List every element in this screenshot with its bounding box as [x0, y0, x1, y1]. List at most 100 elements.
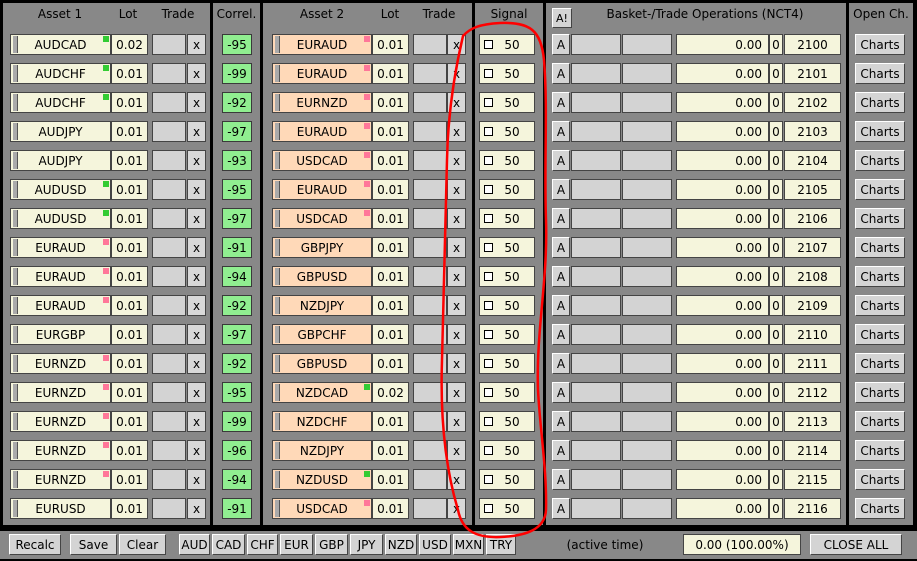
basket-op-right[interactable] [622, 179, 672, 200]
lot2-field[interactable]: 0.01 [372, 353, 409, 374]
signal-field[interactable]: 50 [479, 324, 535, 345]
trade2-slot[interactable] [413, 208, 447, 229]
basket-op-left[interactable] [571, 121, 621, 142]
basket-op-right[interactable] [622, 92, 672, 113]
trade2-close-button[interactable]: x [447, 266, 466, 287]
lot1-field[interactable]: 0.01 [111, 121, 148, 142]
trade1-close-button[interactable]: x [187, 353, 206, 374]
asset1-cell[interactable]: AUDJPY [10, 121, 111, 142]
lot1-field[interactable]: 0.01 [111, 208, 148, 229]
basket-a-button[interactable]: A [552, 121, 570, 142]
trade2-slot[interactable] [413, 179, 447, 200]
asset1-cell[interactable]: AUDCAD [10, 34, 111, 55]
signal-checkbox[interactable] [484, 272, 493, 281]
asset1-cell[interactable]: EURNZD [10, 411, 111, 432]
trade1-slot[interactable] [152, 324, 186, 345]
signal-field[interactable]: 50 [479, 440, 535, 461]
basket-a-button[interactable]: A [552, 324, 570, 345]
basket-op-left[interactable] [571, 150, 621, 171]
basket-op-right[interactable] [622, 34, 672, 55]
trade1-close-button[interactable]: x [187, 498, 206, 519]
trade2-slot[interactable] [413, 382, 447, 403]
charts-button[interactable]: Charts [855, 237, 905, 258]
save-button[interactable]: Save [70, 534, 117, 555]
trade2-slot[interactable] [413, 34, 447, 55]
trade2-slot[interactable] [413, 411, 447, 432]
trade2-slot[interactable] [413, 63, 447, 84]
trade2-slot[interactable] [413, 353, 447, 374]
trade2-close-button[interactable]: x [447, 237, 466, 258]
trade1-close-button[interactable]: x [187, 295, 206, 316]
currency-button-aud[interactable]: AUD [179, 534, 210, 555]
basket-op-left[interactable] [571, 266, 621, 287]
basket-a-button[interactable]: A [552, 498, 570, 519]
basket-a-button[interactable]: A [552, 440, 570, 461]
lot1-field[interactable]: 0.01 [111, 440, 148, 461]
currency-button-try[interactable]: TRY [486, 534, 516, 555]
trade2-close-button[interactable]: x [447, 353, 466, 374]
lot1-field[interactable]: 0.01 [111, 324, 148, 345]
basket-op-left[interactable] [571, 208, 621, 229]
signal-field[interactable]: 50 [479, 411, 535, 432]
basket-op-right[interactable] [622, 469, 672, 490]
charts-button[interactable]: Charts [855, 63, 905, 84]
signal-field[interactable]: 50 [479, 92, 535, 113]
basket-op-right[interactable] [622, 266, 672, 287]
lot1-field[interactable]: 0.01 [111, 266, 148, 287]
trade1-slot[interactable] [152, 208, 186, 229]
basket-a-button[interactable]: A [552, 295, 570, 316]
signal-checkbox[interactable] [484, 330, 493, 339]
trade2-close-button[interactable]: x [447, 382, 466, 403]
trade2-slot[interactable] [413, 295, 447, 316]
signal-field[interactable]: 50 [479, 121, 535, 142]
asset1-cell[interactable]: AUDCHF [10, 63, 111, 84]
basket-op-right[interactable] [622, 63, 672, 84]
asset1-cell[interactable]: EURNZD [10, 469, 111, 490]
charts-button[interactable]: Charts [855, 498, 905, 519]
trade1-close-button[interactable]: x [187, 63, 206, 84]
asset2-cell[interactable]: EURAUD [272, 63, 372, 84]
asset2-cell[interactable]: EURAUD [272, 121, 372, 142]
signal-checkbox[interactable] [484, 69, 493, 78]
charts-button[interactable]: Charts [855, 469, 905, 490]
signal-field[interactable]: 50 [479, 34, 535, 55]
asset2-cell[interactable]: EURAUD [272, 179, 372, 200]
asset2-cell[interactable]: GBPUSD [272, 266, 372, 287]
asset1-cell[interactable]: EURUSD [10, 498, 111, 519]
currency-button-chf[interactable]: CHF [247, 534, 278, 555]
lot1-field[interactable]: 0.01 [111, 353, 148, 374]
trade2-slot[interactable] [413, 498, 447, 519]
trade2-close-button[interactable]: x [447, 63, 466, 84]
signal-checkbox[interactable] [484, 185, 493, 194]
signal-checkbox[interactable] [484, 127, 493, 136]
lot2-field[interactable]: 0.01 [372, 266, 409, 287]
trade1-close-button[interactable]: x [187, 208, 206, 229]
asset2-cell[interactable]: USDCAD [272, 498, 372, 519]
currency-button-usd[interactable]: USD [419, 534, 451, 555]
signal-checkbox[interactable] [484, 359, 493, 368]
trade1-close-button[interactable]: x [187, 469, 206, 490]
trade1-close-button[interactable]: x [187, 440, 206, 461]
basket-op-right[interactable] [622, 208, 672, 229]
charts-button[interactable]: Charts [855, 440, 905, 461]
lot1-field[interactable]: 0.01 [111, 179, 148, 200]
trade1-slot[interactable] [152, 469, 186, 490]
trade2-close-button[interactable]: x [447, 121, 466, 142]
charts-button[interactable]: Charts [855, 92, 905, 113]
trade1-slot[interactable] [152, 237, 186, 258]
basket-op-left[interactable] [571, 237, 621, 258]
asset2-cell[interactable]: NZDCAD [272, 382, 372, 403]
trade2-slot[interactable] [413, 324, 447, 345]
lot1-field[interactable]: 0.01 [111, 469, 148, 490]
basket-op-left[interactable] [571, 382, 621, 403]
signal-field[interactable]: 50 [479, 150, 535, 171]
all-button[interactable]: A! [552, 8, 572, 28]
trade2-close-button[interactable]: x [447, 295, 466, 316]
lot2-field[interactable]: 0.01 [372, 34, 409, 55]
trade1-close-button[interactable]: x [187, 34, 206, 55]
basket-a-button[interactable]: A [552, 208, 570, 229]
lot2-field[interactable]: 0.01 [372, 440, 409, 461]
trade1-slot[interactable] [152, 121, 186, 142]
trade1-close-button[interactable]: x [187, 411, 206, 432]
charts-button[interactable]: Charts [855, 150, 905, 171]
